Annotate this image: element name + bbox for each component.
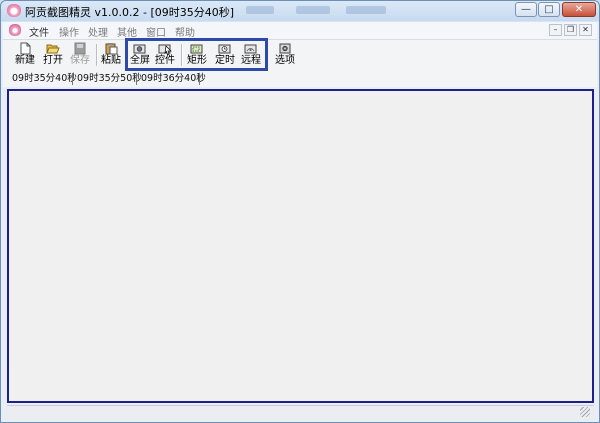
save-icon [74,42,86,55]
new-label: 新建 [15,55,35,66]
tab-0936-40[interactable]: 09时36分40秒 [139,72,208,86]
save-button[interactable]: 保存 [68,41,92,69]
tab-bar: 09时35分40秒 09时35分50秒 09时36分40秒 [3,71,597,87]
tab-separator [199,73,200,85]
tab-0935-50[interactable]: 09时35分50秒 [75,72,144,86]
save-label: 保存 [70,55,90,66]
open-label: 打开 [43,55,63,66]
mdi-minimize-button[interactable]: – [549,24,562,36]
menu-other[interactable]: 其他 [117,24,137,39]
open-folder-icon [46,44,60,54]
menu-operate[interactable]: 操作 [59,24,79,39]
toolbar: 新建 打开 保存 粘贴 全屏 控件 矩形 定时 远程 选项 [3,40,597,71]
resize-grip[interactable] [580,407,590,417]
maximize-button[interactable]: □ [538,2,560,17]
minimize-button[interactable]: — [515,2,537,17]
app-icon[interactable] [7,4,21,17]
capture-tools-highlight [125,38,268,71]
options-label: 选项 [275,55,295,66]
background-blur [346,6,386,14]
menu-file[interactable]: 文件 [29,24,49,39]
paste-button[interactable]: 粘贴 [99,41,123,69]
background-blur [296,6,330,14]
menu-help[interactable]: 帮助 [175,24,195,39]
document-icon[interactable] [9,24,21,36]
paste-label: 粘贴 [101,55,121,66]
options-icon [279,43,291,54]
title-bar[interactable]: 阿贡截图精灵 v1.0.0.2 - [09时35分40秒] — □ ✕ [1,1,599,21]
toolbar-separator [96,44,98,66]
tab-0935-40[interactable]: 09时35分40秒 [10,72,79,86]
close-button[interactable]: ✕ [562,2,596,17]
window-title: 阿贡截图精灵 v1.0.0.2 - [09时35分40秒] [25,6,235,19]
app-window: 阿贡截图精灵 v1.0.0.2 - [09时35分40秒] — □ ✕ 文件 操… [0,0,600,423]
status-bar [7,405,594,420]
background-blur [246,6,274,14]
mdi-close-button[interactable]: ✕ [579,24,592,36]
menu-process[interactable]: 处理 [88,24,108,39]
menu-bar: 文件 操作 处理 其他 窗口 帮助 – ❐ ✕ [3,22,597,40]
options-button[interactable]: 选项 [273,41,297,69]
paste-icon [105,43,118,55]
tab-separator [72,73,73,85]
new-button[interactable]: 新建 [13,41,37,69]
open-button[interactable]: 打开 [41,41,65,69]
menu-window[interactable]: 窗口 [146,24,166,39]
new-file-icon [20,42,31,55]
mdi-restore-button[interactable]: ❐ [564,24,577,36]
tab-separator [136,73,137,85]
document-canvas[interactable] [7,89,594,403]
